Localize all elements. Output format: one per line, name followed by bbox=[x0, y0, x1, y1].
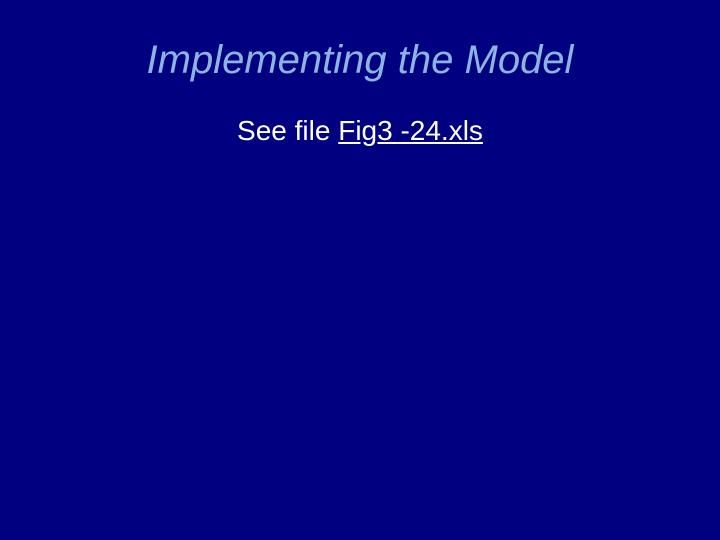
body-prefix: See file bbox=[237, 115, 338, 146]
filename-link[interactable]: Fig3 -24.xls bbox=[338, 115, 483, 146]
slide-body: See file Fig3 -24.xls bbox=[0, 115, 720, 147]
slide-container: Implementing the Model See file Fig3 -24… bbox=[0, 0, 720, 540]
slide-title: Implementing the Model bbox=[0, 38, 720, 83]
